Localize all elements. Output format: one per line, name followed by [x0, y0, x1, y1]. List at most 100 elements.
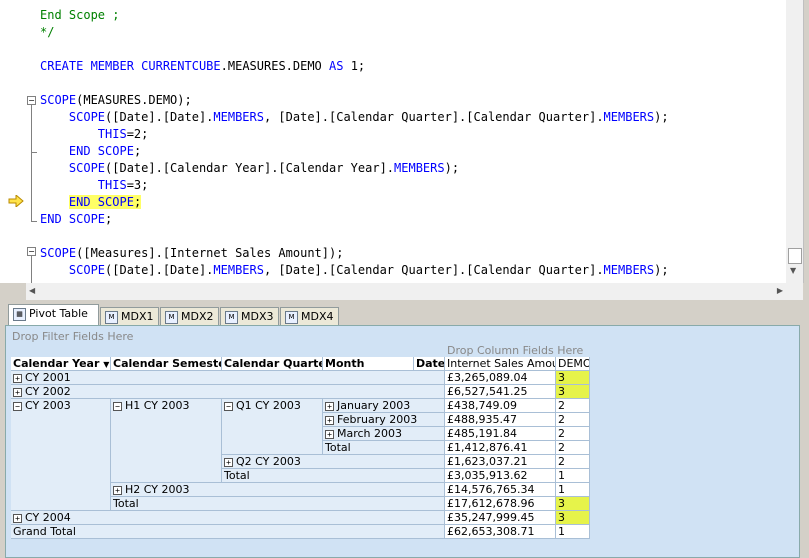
row-header-grand-total: Grand Total	[11, 525, 445, 539]
drop-column-zone[interactable]: Drop Column Fields Here	[447, 344, 583, 357]
row-header-q2-cy2003[interactable]: + Q2 CY 2003	[222, 455, 445, 469]
code-line: SCOPE([Measures].[Internet Sales Amount]…	[40, 246, 344, 260]
row-header-cy2002[interactable]: + CY 2002	[11, 385, 445, 399]
scroll-right-icon[interactable]: ▶	[777, 286, 783, 295]
row-header-february-2003[interactable]: + February 2003	[323, 413, 445, 427]
collapse-icon[interactable]: −	[27, 247, 36, 256]
code-line: END SCOPE;	[68, 144, 142, 158]
collapse-icon[interactable]: −	[224, 401, 233, 411]
field-header-calendar-quarter[interactable]: Calendar Quarter	[222, 357, 323, 371]
tab-label: Pivot Table	[29, 307, 88, 320]
value-sales: £14,576,765.34	[445, 483, 556, 497]
code-line: SCOPE(MEASURES.DEMO);	[40, 93, 192, 107]
code-line: SCOPE([Date].[Date].MEMBERS, [Date].[Cal…	[68, 263, 669, 277]
mdx-query-icon: M	[225, 310, 238, 324]
code-line: CREATE MEMBER CURRENTCUBE.MEASURES.DEMO …	[40, 59, 366, 73]
expand-icon[interactable]: +	[13, 387, 22, 397]
row-header-cy2003[interactable]: − CY 2003	[11, 399, 111, 511]
value-demo: 1	[556, 469, 590, 483]
value-sales: £485,191.84	[445, 427, 556, 441]
code-line: End Scope ;	[40, 8, 120, 22]
expand-icon[interactable]: +	[13, 513, 22, 523]
row-header-total-q1: Total	[323, 441, 445, 455]
expand-icon[interactable]: +	[325, 401, 334, 411]
expand-icon[interactable]: +	[13, 373, 22, 383]
collapse-icon[interactable]: −	[13, 401, 22, 411]
tab-mdx3[interactable]: M MDX3	[220, 307, 279, 325]
value-sales: £1,412,876.41	[445, 441, 556, 455]
mdx-query-icon: M	[165, 310, 178, 324]
expand-icon[interactable]: +	[113, 485, 122, 495]
outline-line	[31, 103, 32, 222]
outline-line	[31, 254, 32, 283]
value-sales: £6,527,541.25	[445, 385, 556, 399]
code-line: THIS=3;	[97, 178, 149, 192]
tab-label: MDX3	[241, 310, 274, 323]
collapse-icon[interactable]: −	[113, 401, 122, 411]
row-header-h1-cy2003[interactable]: − H1 CY 2003	[111, 399, 222, 483]
value-demo: 2	[556, 399, 590, 413]
outline-tick	[31, 152, 37, 153]
value-demo: 2	[556, 413, 590, 427]
expand-icon[interactable]: +	[325, 429, 334, 439]
tab-label: MDX2	[181, 310, 214, 323]
value-sales: £17,612,678.96	[445, 497, 556, 511]
current-statement-arrow-icon	[8, 195, 24, 207]
value-demo: 3	[556, 497, 590, 511]
tab-mdx1[interactable]: M MDX1	[100, 307, 159, 325]
value-sales: £62,653,308.71	[445, 525, 556, 539]
mdx-query-icon: M	[285, 310, 298, 324]
expand-icon[interactable]: +	[325, 415, 334, 425]
value-demo: 2	[556, 427, 590, 441]
value-demo: 2	[556, 441, 590, 455]
measure-header-internet-sales[interactable]: Internet Sales Amount	[445, 357, 556, 371]
value-demo: 2	[556, 455, 590, 469]
dropdown-arrow-icon[interactable]: ▼	[103, 360, 109, 369]
value-sales: £488,935.47	[445, 413, 556, 427]
scrollbar-thumb[interactable]	[788, 248, 802, 264]
row-header-total-cy2003: Total	[111, 497, 445, 511]
value-demo: 1	[556, 483, 590, 497]
code-line: THIS=2;	[97, 127, 149, 141]
row-header-q1-cy2003[interactable]: − Q1 CY 2003	[222, 399, 323, 455]
vertical-scrollbar[interactable]: ▼	[786, 0, 803, 283]
code-line-current: END SCOPE;	[68, 195, 142, 209]
row-header-january-2003[interactable]: + January 2003	[323, 399, 445, 413]
tab-mdx4[interactable]: M MDX4	[280, 307, 339, 325]
value-demo: 1	[556, 525, 590, 539]
row-header-cy2004[interactable]: + CY 2004	[11, 511, 445, 525]
value-sales: £3,265,089.04	[445, 371, 556, 385]
field-header-calendar-semester[interactable]: Calendar Semester	[111, 357, 222, 371]
field-header-month[interactable]: Month	[323, 357, 414, 371]
tab-mdx2[interactable]: M MDX2	[160, 307, 219, 325]
code-line: SCOPE([Date].[Date].MEMBERS, [Date].[Cal…	[68, 110, 669, 124]
row-header-total-h1: Total	[222, 469, 445, 483]
code-line: END SCOPE;	[40, 212, 113, 226]
measure-header-demo[interactable]: DEMO	[556, 357, 590, 371]
value-sales: £35,247,999.45	[445, 511, 556, 525]
scroll-left-icon[interactable]: ◀	[29, 286, 35, 295]
expand-icon[interactable]: +	[224, 457, 233, 467]
pivot-table-icon: ▦	[13, 307, 26, 321]
tab-pivot-table[interactable]: ▦ Pivot Table	[8, 304, 99, 325]
scroll-down-icon[interactable]: ▼	[790, 266, 796, 275]
horizontal-scrollbar[interactable]: ◀ ▶	[26, 283, 786, 300]
mdx-query-icon: M	[105, 310, 118, 324]
row-header-h2-cy2003[interactable]: + H2 CY 2003	[111, 483, 445, 497]
field-header-calendar-year[interactable]: Calendar Year ▼	[11, 357, 111, 371]
results-tab-strip: ▦ Pivot Table M MDX1 M MDX2 M MDX3 M MDX4	[4, 304, 809, 325]
drop-filter-zone[interactable]: Drop Filter Fields Here	[12, 330, 133, 343]
row-header-march-2003[interactable]: + March 2003	[323, 427, 445, 441]
value-sales: £3,035,913.62	[445, 469, 556, 483]
tab-label: MDX1	[121, 310, 154, 323]
field-header-date[interactable]: Date	[414, 357, 445, 371]
row-header-cy2001[interactable]: + CY 2001	[11, 371, 445, 385]
collapse-icon[interactable]: −	[27, 96, 36, 105]
tab-label: MDX4	[301, 310, 334, 323]
value-demo: 3	[556, 511, 590, 525]
code-line: SCOPE([Date].[Calendar Year].[Calendar Y…	[68, 161, 460, 175]
mdx-script-editor[interactable]: − − End Scope ; */ CREATE MEMBER CURRENT…	[0, 0, 804, 283]
code-line: */	[40, 25, 55, 39]
value-sales: £1,623,037.21	[445, 455, 556, 469]
value-demo: 3	[556, 385, 590, 399]
